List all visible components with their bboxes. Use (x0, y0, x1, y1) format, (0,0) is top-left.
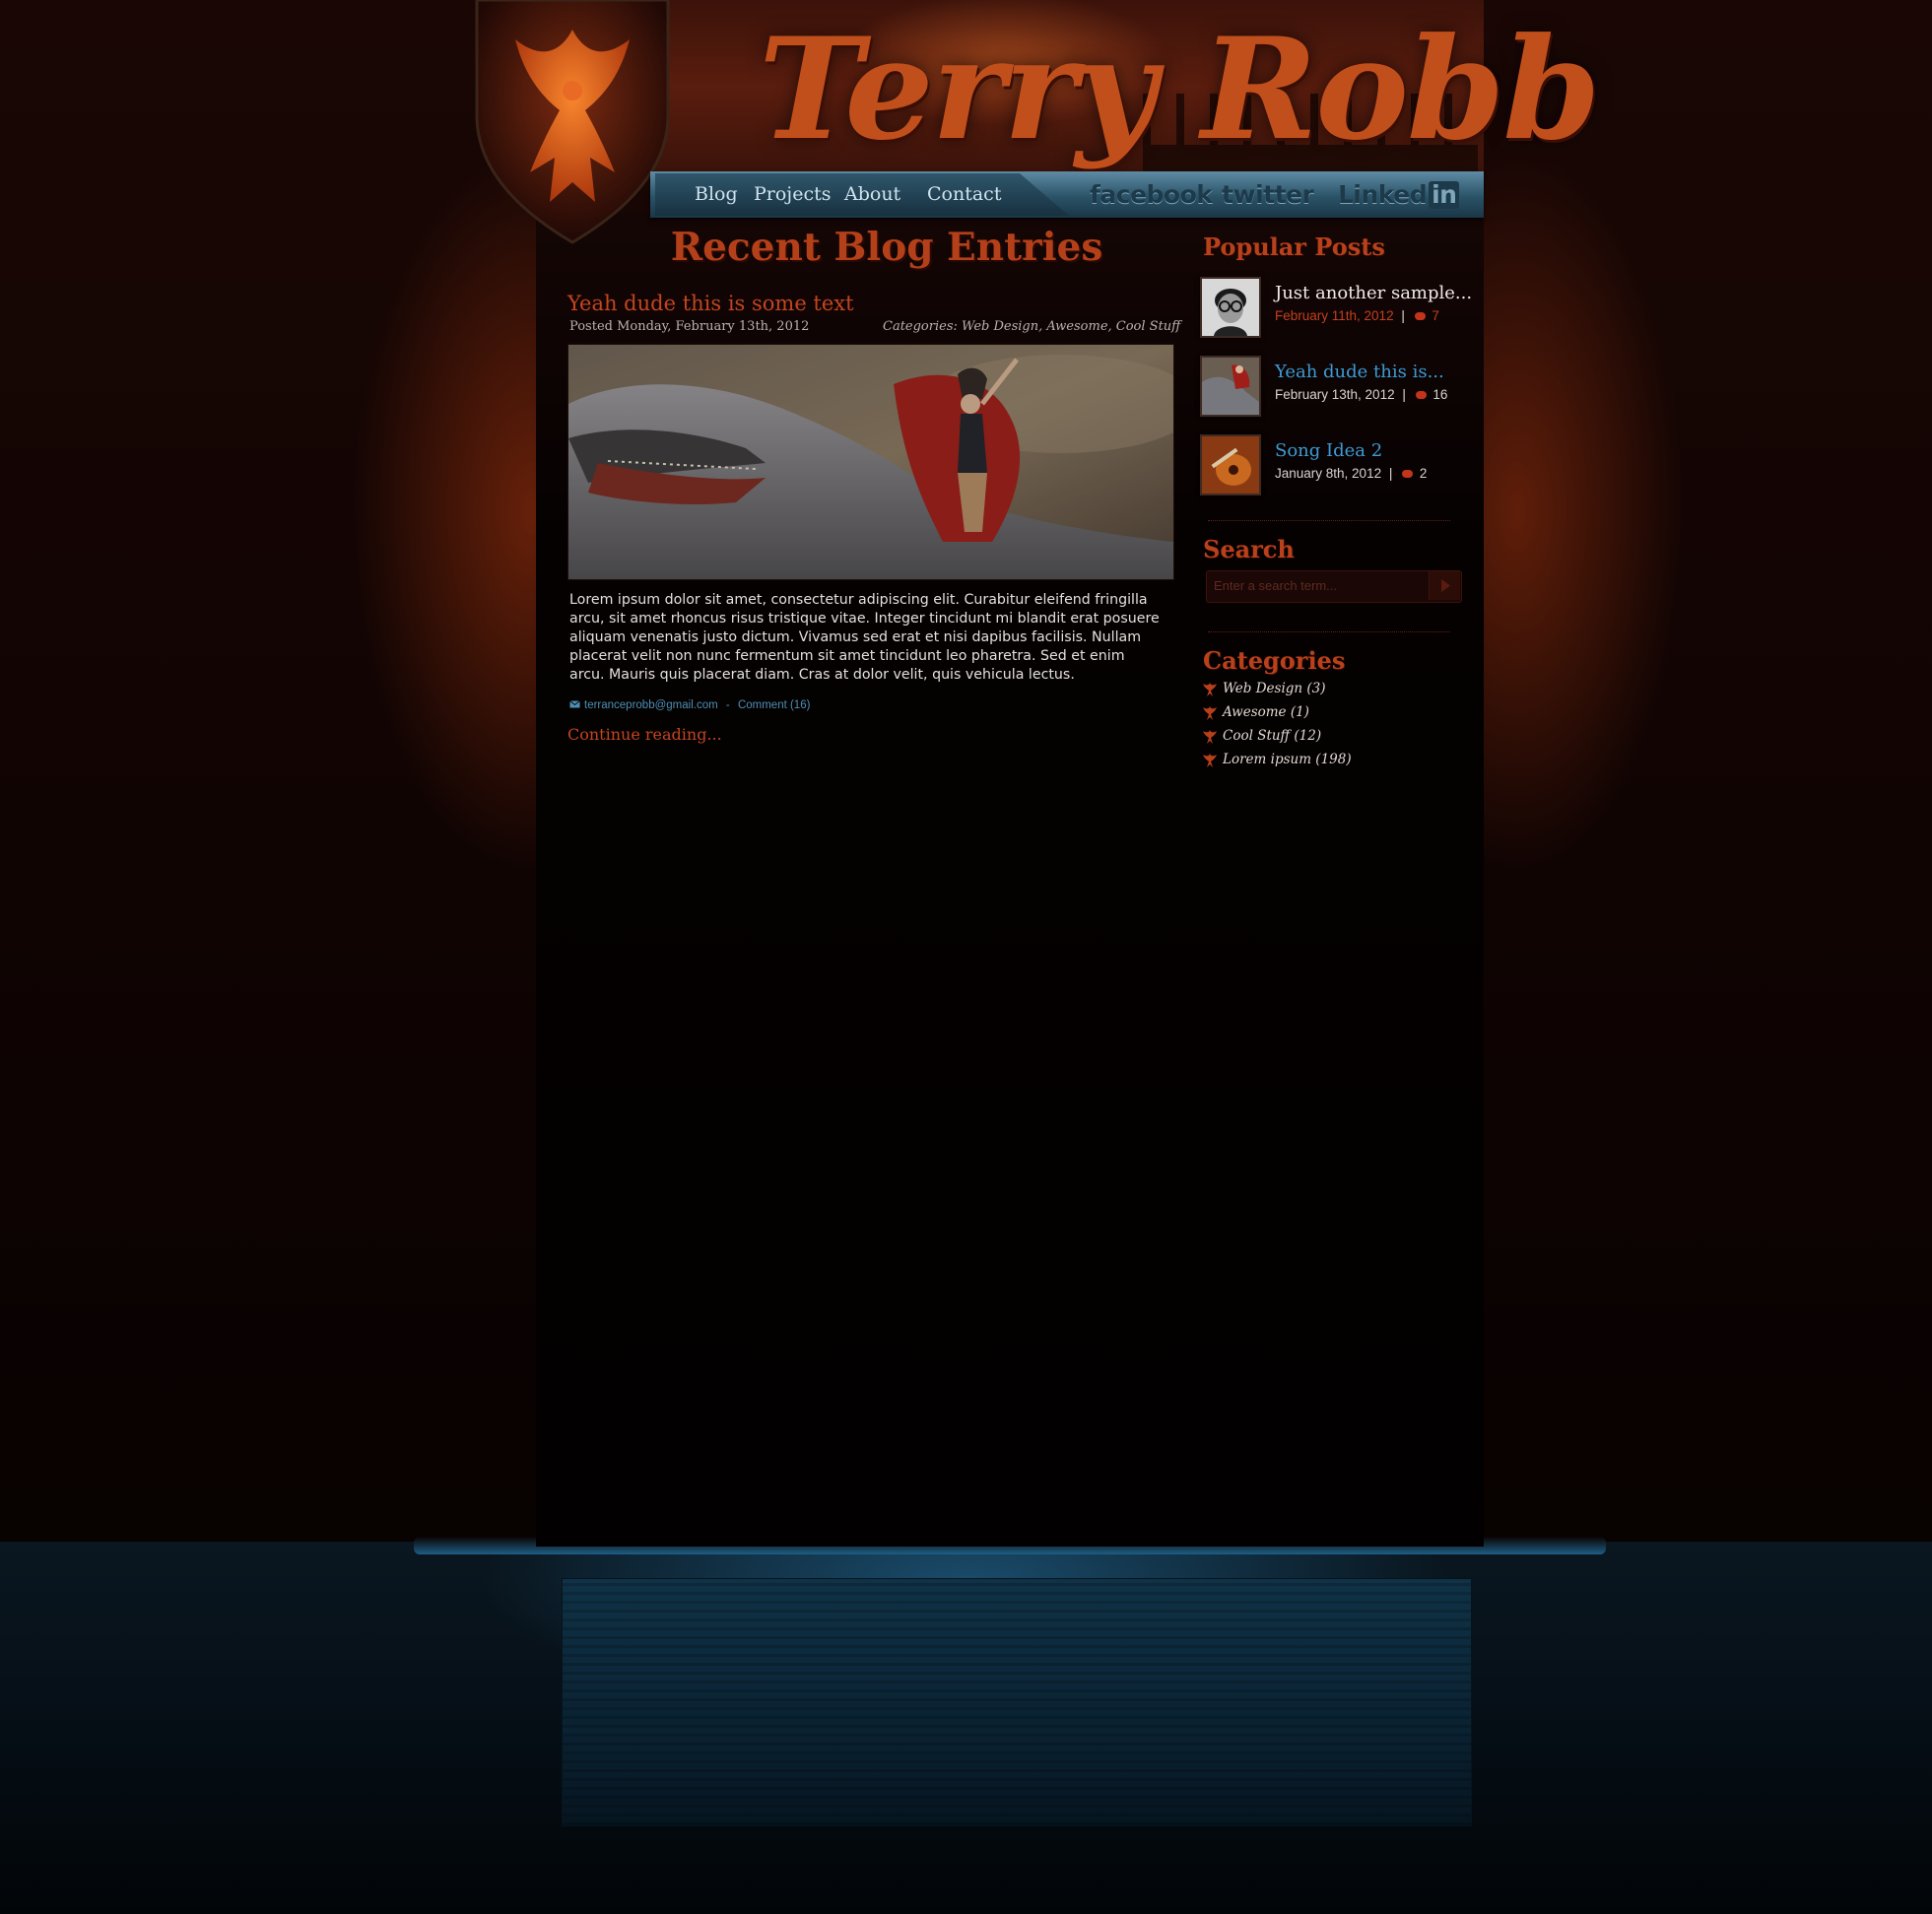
continue-reading-link[interactable]: Continue reading... (567, 725, 722, 744)
meta-separator: | (1402, 387, 1406, 402)
popular-post-comment-count: 16 (1432, 387, 1448, 402)
popular-post-item[interactable]: Song Idea 2 January 8th, 2012 | 2 (1200, 434, 1468, 497)
post-featured-image[interactable] (567, 344, 1174, 580)
linkedin-link[interactable]: Linked in (1338, 175, 1460, 215)
popular-post-comment-count: 7 (1432, 308, 1439, 323)
category-label: Lorem ipsum (198) (1223, 752, 1352, 767)
footer-panel (562, 1578, 1472, 1826)
popular-post-title[interactable]: Yeah dude this is... (1275, 362, 1444, 382)
popular-post-title[interactable]: Song Idea 2 (1275, 440, 1382, 461)
comment-bubble-icon (1415, 391, 1427, 399)
mail-icon (569, 700, 580, 708)
phoenix-shield-icon[interactable] (471, 0, 674, 244)
popular-post-date: February 13th, 2012 (1275, 387, 1395, 402)
meta-separator: | (1388, 466, 1393, 481)
post-excerpt: Lorem ipsum dolor sit amet, consectetur … (569, 592, 1160, 683)
sidebar-divider (1208, 631, 1450, 632)
meta-separator: | (1401, 308, 1405, 323)
popular-post-meta: February 13th, 2012 | 16 (1275, 387, 1447, 402)
popular-post-item[interactable]: Just another sample... February 11th, 20… (1200, 277, 1472, 340)
category-label: Cool Stuff (12) (1223, 728, 1322, 744)
section-title: Recent Blog Entries (670, 225, 1103, 270)
comment-bubble-icon (1402, 470, 1414, 478)
post-links: terranceprobb@gmail.com - Comment (16) (569, 699, 810, 711)
popular-post-item[interactable]: Yeah dude this is... February 13th, 2012… (1200, 356, 1468, 419)
popular-post-date: January 8th, 2012 (1275, 466, 1382, 481)
popular-post-thumbnail (1200, 277, 1261, 338)
phoenix-bullet-icon (1203, 706, 1217, 720)
categories-heading: Categories (1203, 646, 1346, 675)
popular-post-meta: January 8th, 2012 | 2 (1275, 466, 1427, 481)
author-email-link[interactable]: terranceprobb@gmail.com (584, 699, 718, 711)
popular-post-thumbnail (1200, 434, 1261, 495)
popular-post-thumbnail (1200, 356, 1261, 417)
phoenix-bullet-icon (1203, 754, 1217, 767)
search-submit-button[interactable] (1429, 571, 1460, 600)
phoenix-bullet-icon (1203, 730, 1217, 744)
post-categories[interactable]: Categories: Web Design, Awesome, Cool St… (883, 319, 1180, 334)
popular-posts-heading: Popular Posts (1203, 232, 1385, 261)
linkedin-icon: in (1429, 181, 1460, 209)
category-label: Awesome (1) (1223, 704, 1309, 720)
nav-contact[interactable]: Contact (927, 173, 1001, 216)
popular-post-meta: February 11th, 2012 | 7 (1275, 308, 1439, 323)
popular-post-date: February 11th, 2012 (1275, 308, 1394, 323)
facebook-link[interactable]: facebook (1090, 175, 1213, 215)
post-date: Posted Monday, February 13th, 2012 (569, 319, 810, 334)
popular-post-comment-count: 2 (1419, 466, 1428, 481)
comment-link[interactable]: Comment (16) (738, 699, 811, 711)
popular-post-title[interactable]: Just another sample... (1275, 283, 1472, 303)
twitter-link[interactable]: twitter (1222, 175, 1314, 215)
search-input[interactable] (1208, 572, 1438, 599)
sidebar-divider (1208, 520, 1450, 521)
play-arrow-icon (1441, 579, 1450, 592)
search-heading: Search (1203, 535, 1295, 563)
phoenix-bullet-icon (1203, 683, 1217, 696)
category-label: Web Design (3) (1223, 681, 1326, 696)
nav-about[interactable]: About (844, 173, 900, 216)
post-title[interactable]: Yeah dude this is some text (567, 292, 854, 315)
site-title[interactable]: Terry Robb (759, 6, 1601, 173)
nav-blog[interactable]: Blog (695, 173, 738, 216)
comment-bubble-icon (1414, 312, 1426, 320)
link-separator: - (725, 699, 730, 711)
linkedin-text: Linked (1338, 180, 1428, 209)
nav-projects[interactable]: Projects (754, 173, 831, 216)
